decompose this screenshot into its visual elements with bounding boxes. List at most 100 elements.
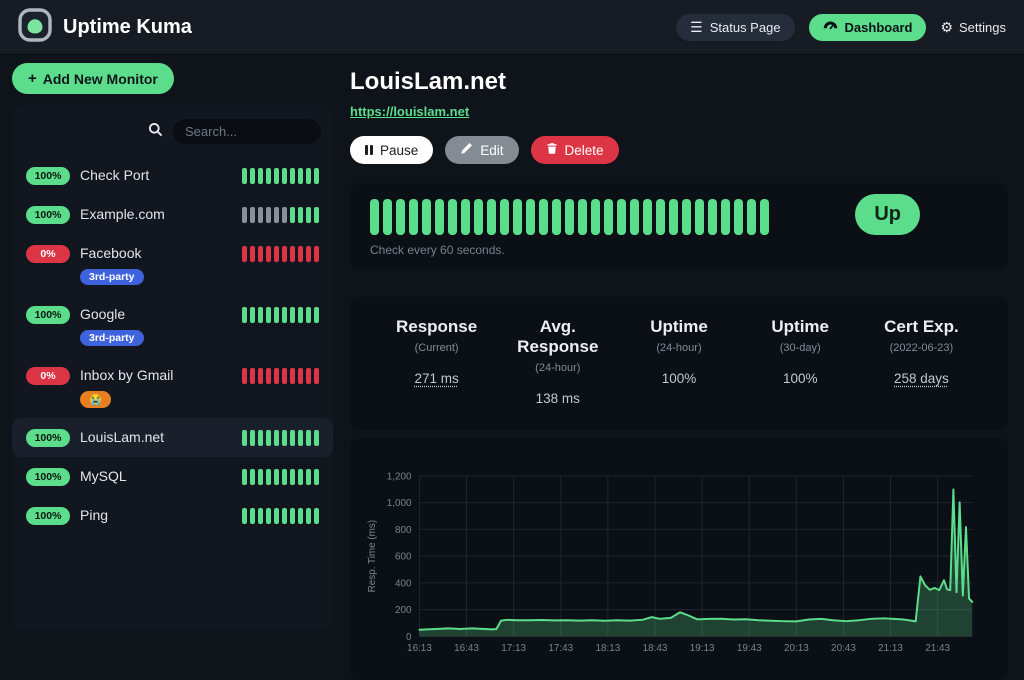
monitor-url-link[interactable]: https://louislam.net	[350, 104, 469, 119]
monitor-tag: 😭	[80, 391, 111, 408]
heartbeat-tick	[290, 508, 295, 524]
heartbeat-tick	[290, 246, 295, 262]
stat-label: Avg. Response	[497, 317, 618, 357]
monitor-name: Google	[80, 306, 125, 322]
monitor-tag: 3rd-party	[80, 269, 144, 285]
heartbeat-tick	[274, 307, 279, 323]
heartbeat-tick	[578, 199, 587, 235]
heartbeat-box: Check every 60 seconds. Up	[350, 183, 1008, 269]
stat-label: Uptime	[740, 317, 861, 337]
heartbeat-tick	[242, 508, 247, 524]
heartbeat-tick	[250, 168, 255, 184]
uptime-kuma-logo-icon	[18, 8, 52, 47]
settings-button[interactable]: ⚙ Settings	[940, 20, 1006, 35]
heartbeat-tick	[258, 207, 263, 223]
heartbeat-tick	[242, 430, 247, 446]
monitor-list-item[interactable]: 100%Check Port	[12, 156, 333, 195]
heartbeat-tick	[298, 207, 303, 223]
uptime-badge: 100%	[26, 429, 70, 447]
heartbeat-tick	[250, 469, 255, 485]
heartbeat-tick	[298, 430, 303, 446]
pause-label: Pause	[380, 143, 418, 158]
heartbeat-tick	[448, 199, 457, 235]
monitor-list-item[interactable]: 100%MySQL	[12, 457, 333, 496]
heartbeat-tick	[643, 199, 652, 235]
uptime-badge: 0%	[26, 245, 70, 263]
heartbeat-tick	[282, 246, 287, 262]
monitor-heartbeats	[242, 168, 319, 184]
heartbeat-tick	[266, 508, 271, 524]
heartbeat-tick	[539, 199, 548, 235]
monitor-list-item[interactable]: 0% Facebook 3rd-party	[12, 234, 333, 295]
heartbeat-tick	[274, 246, 279, 262]
monitor-heartbeats	[242, 207, 319, 223]
monitor-name: Facebook	[80, 245, 141, 261]
heartbeat-tick	[250, 430, 255, 446]
heartbeat-tick	[266, 307, 271, 323]
pause-button[interactable]: Pause	[350, 136, 433, 164]
status-page-button[interactable]: ☰ Status Page	[676, 14, 794, 41]
uptime-badge: 100%	[26, 468, 70, 486]
heartbeat-tick	[306, 307, 311, 323]
heartbeat-tick	[314, 508, 319, 524]
monitor-list-item[interactable]: 100%Ping	[12, 496, 333, 535]
heartbeat-tick	[513, 199, 522, 235]
heartbeat-tick	[242, 207, 247, 223]
heartbeat-tick	[250, 307, 255, 323]
stat-value: 271 ms	[376, 371, 497, 386]
heartbeat-tick	[487, 199, 496, 235]
heartbeat-tick	[298, 168, 303, 184]
heartbeat-tick	[274, 469, 279, 485]
stat-label: Response	[376, 317, 497, 337]
heartbeat-tick	[306, 368, 311, 384]
heartbeat-tick	[565, 199, 574, 235]
heartbeat-tick	[656, 199, 665, 235]
heartbeat-tick	[274, 430, 279, 446]
gear-icon: ⚙	[940, 20, 953, 34]
stat-value: 100%	[618, 371, 739, 386]
app-title: Uptime Kuma	[63, 16, 192, 39]
stat-sublabel: (Current)	[376, 342, 497, 354]
status-page-label: Status Page	[710, 20, 781, 35]
heartbeat-tick	[314, 430, 319, 446]
stat-column: Response (Current) 271 ms	[376, 317, 497, 406]
monitor-name: LouisLam.net	[80, 429, 164, 445]
heartbeat-tick	[298, 307, 303, 323]
heartbeat-tick	[282, 508, 287, 524]
top-nav: ☰ Status Page Dashboard ⚙ Settings	[676, 14, 1006, 41]
search-row	[12, 105, 333, 156]
monitor-list-item[interactable]: 0%Inbox by Gmail😭	[12, 356, 333, 418]
monitor-heartbeats	[242, 430, 319, 446]
heartbeat-tick	[306, 246, 311, 262]
heartbeat-tick	[747, 199, 756, 235]
add-new-monitor-button[interactable]: + Add New Monitor	[12, 63, 174, 94]
heartbeat-tick	[274, 207, 279, 223]
heartbeat-tick	[591, 199, 600, 235]
heartbeat-tick	[630, 199, 639, 235]
heartbeat-tick	[282, 168, 287, 184]
app-brand[interactable]: Uptime Kuma	[18, 8, 192, 47]
plus-icon: +	[28, 70, 37, 87]
heartbeat-tick	[242, 368, 247, 384]
heartbeat-tick	[461, 199, 470, 235]
heartbeat-tick	[258, 430, 263, 446]
search-input[interactable]	[173, 119, 321, 144]
monitor-list-item[interactable]: 100% LouisLam.net	[12, 418, 333, 457]
monitor-list-item[interactable]: 100%Example.com	[12, 195, 333, 234]
action-buttons: Pause Edit Delete	[350, 136, 1008, 164]
search-icon[interactable]	[148, 122, 163, 142]
svg-text:21:43: 21:43	[925, 643, 950, 654]
edit-button[interactable]: Edit	[445, 136, 518, 164]
monitor-tag: 3rd-party	[80, 330, 144, 346]
monitor-name: Example.com	[80, 206, 165, 222]
delete-button[interactable]: Delete	[531, 136, 619, 164]
stat-sublabel: (30-day)	[740, 342, 861, 354]
svg-text:800: 800	[395, 525, 412, 536]
heartbeat-tick	[242, 168, 247, 184]
dashboard-button[interactable]: Dashboard	[809, 14, 927, 41]
heartbeat-tick	[298, 368, 303, 384]
response-chart-svg[interactable]: 02004006008001,0001,20016:1316:4317:1317…	[362, 462, 996, 670]
monitor-list-item[interactable]: 100%Google3rd-party	[12, 295, 333, 356]
page-title: LouisLam.net	[350, 68, 1008, 96]
heartbeat-tick	[306, 207, 311, 223]
